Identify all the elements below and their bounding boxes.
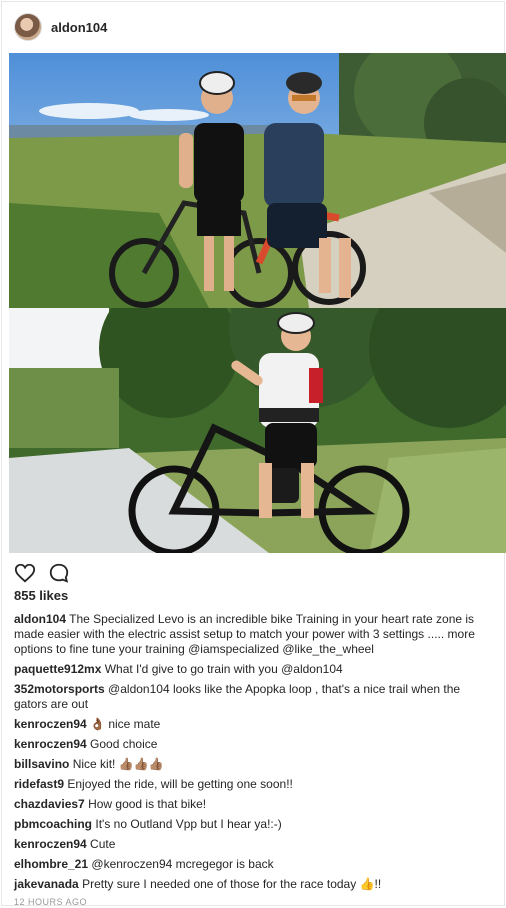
- comment-text: Nice kit! 👍🏽👍🏽👍🏽: [72, 757, 164, 771]
- comment-text: How good is that bike!: [88, 797, 207, 811]
- comment-item: aldon104 The Specialized Levo is an incr…: [14, 612, 492, 657]
- comment-username[interactable]: elhombre_21: [14, 857, 88, 871]
- likes-count[interactable]: 855 likes: [14, 588, 68, 603]
- comment-text: What I'd give to go train with you @aldo…: [104, 662, 343, 676]
- comment-item: elhombre_21 @kenroczen94 mcregegor is ba…: [14, 857, 492, 872]
- post-timestamp[interactable]: 12 HOURS AGO: [14, 897, 87, 907]
- comment-username[interactable]: paquette912mx: [14, 662, 101, 676]
- comment-item: kenroczen94 👌🏾 nice mate: [14, 717, 492, 732]
- comment-text: The Specialized Levo is an incredible bi…: [14, 612, 475, 656]
- comment-item: kenroczen94 Good choice: [14, 737, 492, 752]
- comment-item: kenroczen94 Cute: [14, 837, 492, 852]
- comment-item: jakevanada Pretty sure I needed one of t…: [14, 877, 492, 892]
- avatar[interactable]: [14, 13, 42, 41]
- post-photo-top[interactable]: [9, 53, 506, 308]
- comment-text: Enjoyed the ride, will be getting one so…: [67, 777, 293, 791]
- comment-username[interactable]: 352motorsports: [14, 682, 105, 696]
- comment-item: billsavino Nice kit! 👍🏽👍🏽👍🏽: [14, 757, 492, 772]
- comment-username[interactable]: jakevanada: [14, 877, 79, 891]
- comment-item: ridefast9 Enjoyed the ride, will be gett…: [14, 777, 492, 792]
- comment-bubble-icon[interactable]: [48, 562, 70, 584]
- comment-item: paquette912mx What I'd give to go train …: [14, 662, 492, 677]
- comment-username[interactable]: kenroczen94: [14, 717, 87, 731]
- post-username[interactable]: aldon104: [51, 20, 107, 35]
- instagram-post: aldon104 855 likes aldon104 The Speciali…: [1, 1, 506, 907]
- post-actions: [14, 562, 70, 584]
- comments-list: aldon104 The Specialized Levo is an incr…: [14, 612, 492, 897]
- comment-text: 👌🏾 nice mate: [90, 717, 161, 731]
- comment-username[interactable]: kenroczen94: [14, 737, 87, 751]
- comment-text: @kenroczen94 mcregegor is back: [91, 857, 274, 871]
- post-photo-bottom[interactable]: [9, 308, 506, 553]
- comment-item: pbmcoaching It's no Outland Vpp but I he…: [14, 817, 492, 832]
- comment-text: Pretty sure I needed one of those for th…: [82, 877, 382, 891]
- comment-username[interactable]: pbmcoaching: [14, 817, 92, 831]
- comment-username[interactable]: ridefast9: [14, 777, 64, 791]
- comment-text: Good choice: [90, 737, 158, 751]
- comment-text: Cute: [90, 837, 116, 851]
- post-header: aldon104: [2, 2, 504, 52]
- comment-username[interactable]: billsavino: [14, 757, 69, 771]
- heart-icon[interactable]: [14, 562, 36, 584]
- comment-item: 352motorsports @aldon104 looks like the …: [14, 682, 492, 712]
- comment-text: It's no Outland Vpp but I hear ya!:-): [95, 817, 282, 831]
- cyclist-photo-bottom: [9, 308, 506, 553]
- comment-username[interactable]: aldon104: [14, 612, 66, 626]
- comment-username[interactable]: chazdavies7: [14, 797, 85, 811]
- cyclists-photo-top: [9, 53, 506, 308]
- comment-item: chazdavies7 How good is that bike!: [14, 797, 492, 812]
- comment-username[interactable]: kenroczen94: [14, 837, 87, 851]
